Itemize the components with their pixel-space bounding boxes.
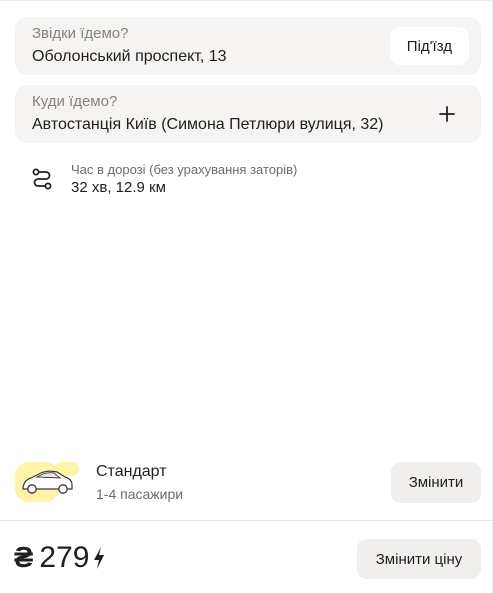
price-amount: 279 bbox=[39, 541, 90, 574]
tariff-seats: 1-4 пасажири bbox=[96, 486, 184, 502]
route-time-label: Час в дорозі (без урахування заторів) bbox=[71, 162, 298, 177]
destination-field[interactable]: Куди їдемо? Автостанція Київ (Симона Пет… bbox=[15, 85, 481, 143]
tariff-name: Стандарт bbox=[96, 463, 167, 480]
bottom-divider bbox=[0, 520, 493, 521]
change-price-button[interactable]: Змінити ціну bbox=[357, 539, 481, 579]
destination-address[interactable]: Автостанція Київ (Симона Петлюри вулиця,… bbox=[32, 115, 384, 135]
plus-icon[interactable] bbox=[435, 102, 459, 126]
pickup-label: Звідки їдемо? bbox=[32, 25, 129, 42]
currency-symbol: ₴ bbox=[14, 541, 34, 574]
tariff-row[interactable]: Стандарт 1-4 пасажири Змінити bbox=[0, 452, 493, 512]
top-divider bbox=[0, 0, 493, 1]
route-icon bbox=[30, 167, 54, 191]
pickup-field[interactable]: Звідки їдемо? Оболонський проспект, 13 П… bbox=[15, 17, 481, 75]
route-time-value: 32 хв, 12.9 км bbox=[71, 179, 166, 196]
entrance-button[interactable]: Під'їзд bbox=[389, 27, 469, 65]
car-icon bbox=[15, 458, 81, 504]
price: ₴ 279 bbox=[14, 538, 107, 578]
change-tariff-button[interactable]: Змінити bbox=[391, 462, 481, 503]
lightning-icon bbox=[94, 547, 105, 569]
route-info: Час в дорозі (без урахування заторів) 32… bbox=[30, 158, 470, 202]
destination-label: Куди їдемо? bbox=[32, 93, 118, 110]
pickup-address[interactable]: Оболонський проспект, 13 bbox=[32, 47, 227, 67]
order-panel: Звідки їдемо? Оболонський проспект, 13 П… bbox=[0, 0, 493, 593]
